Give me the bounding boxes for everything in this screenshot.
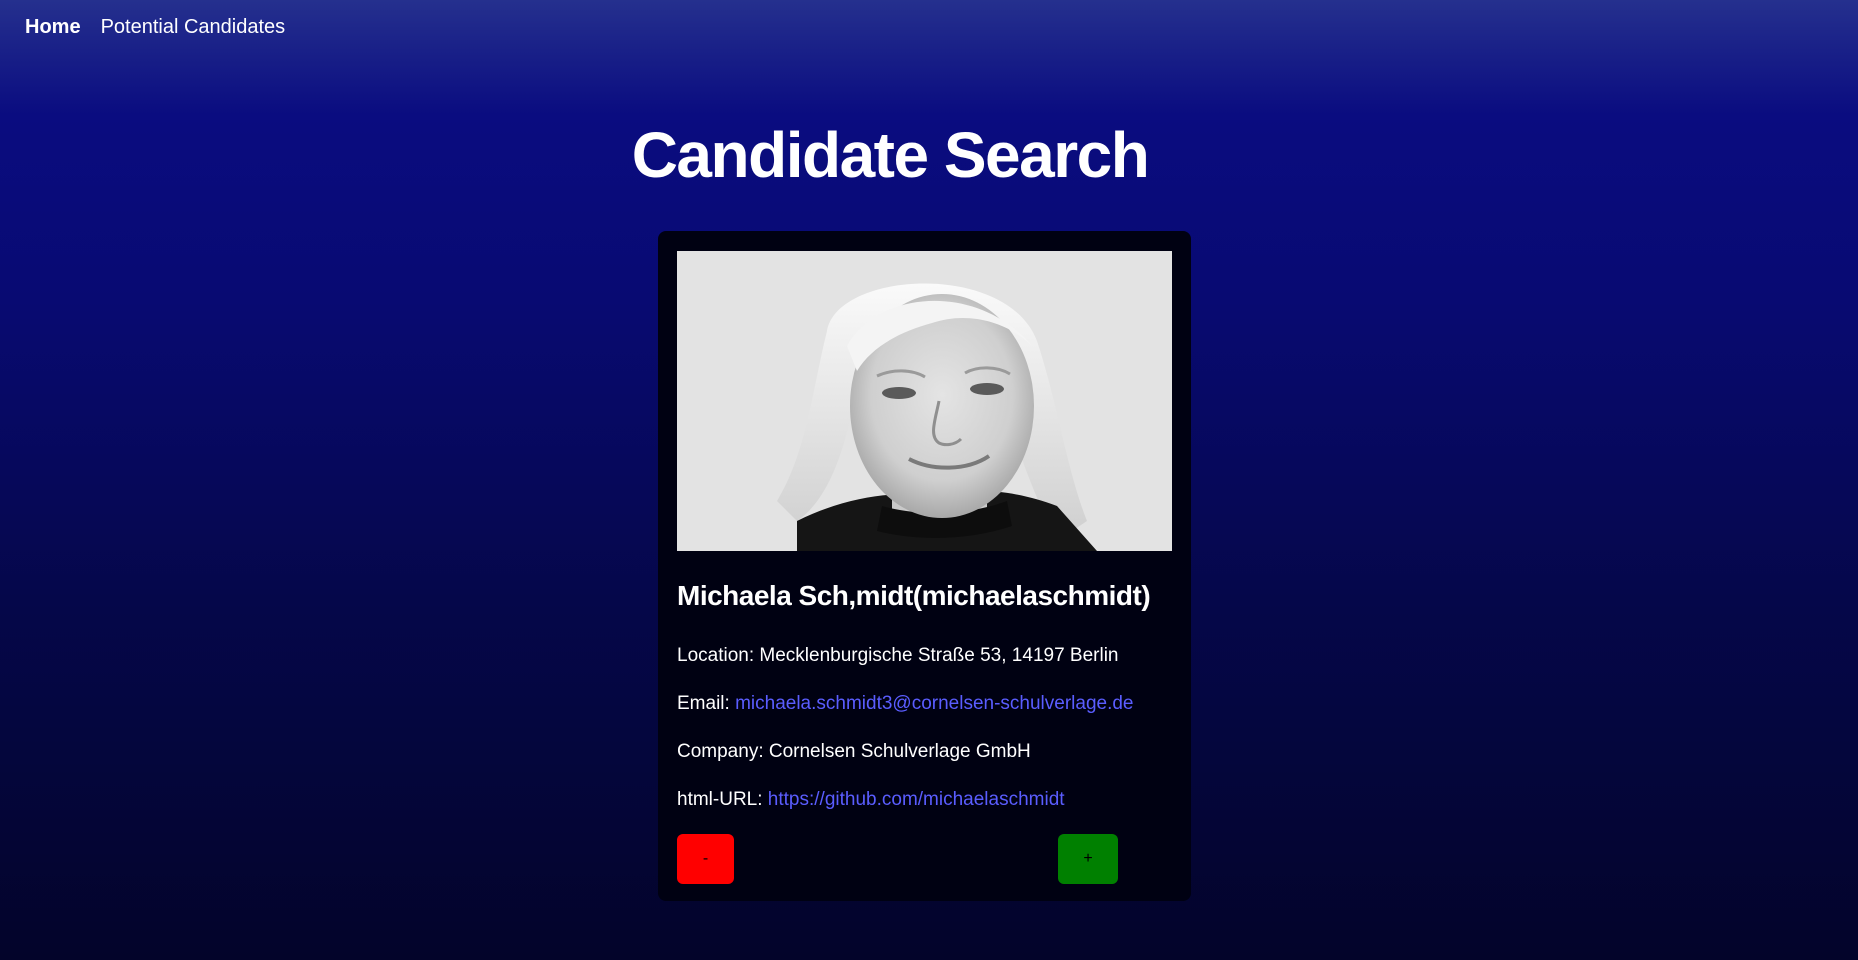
candidate-url-row: html-URL: https://github.com/michaelasch… [677,789,1065,811]
email-link[interactable]: michaela.schmidt3@cornelsen-schulverlage… [735,693,1133,714]
top-nav: Home Potential Candidates [25,16,285,39]
company-value: Cornelsen Schulverlage GmbH [768,741,1031,762]
company-label: Company: [677,741,769,762]
candidate-card: Michaela Sch,midt(michaelaschmidt) Locat… [658,231,1191,901]
url-label: html-URL: [677,789,768,810]
candidate-avatar [677,251,1172,551]
email-label: Email: [677,693,736,714]
accept-candidate-button[interactable]: + [1058,834,1118,884]
nav-potential-candidates-link[interactable]: Potential Candidates [101,16,286,39]
candidate-company-row: Company: Cornelsen Schulverlage GmbH [677,741,1031,763]
candidate-location-row: Location: Mecklenburgische Straße 53, 14… [677,645,1119,667]
candidate-email-row: Email: michaela.schmidt3@cornelsen-schul… [677,693,1134,715]
candidate-name: Michaela Sch,midt(michaelaschmidt) [677,580,1151,611]
reject-candidate-button[interactable]: - [677,834,734,884]
page-title: Candidate Search [631,119,1150,191]
avatar-image [677,251,1172,551]
location-value: Mecklenburgische Straße 53, 14197 Berlin [759,645,1119,666]
location-label: Location: [677,645,760,666]
github-url-link[interactable]: https://github.com/michaelaschmidt [768,789,1065,810]
nav-home-link[interactable]: Home [25,16,81,39]
